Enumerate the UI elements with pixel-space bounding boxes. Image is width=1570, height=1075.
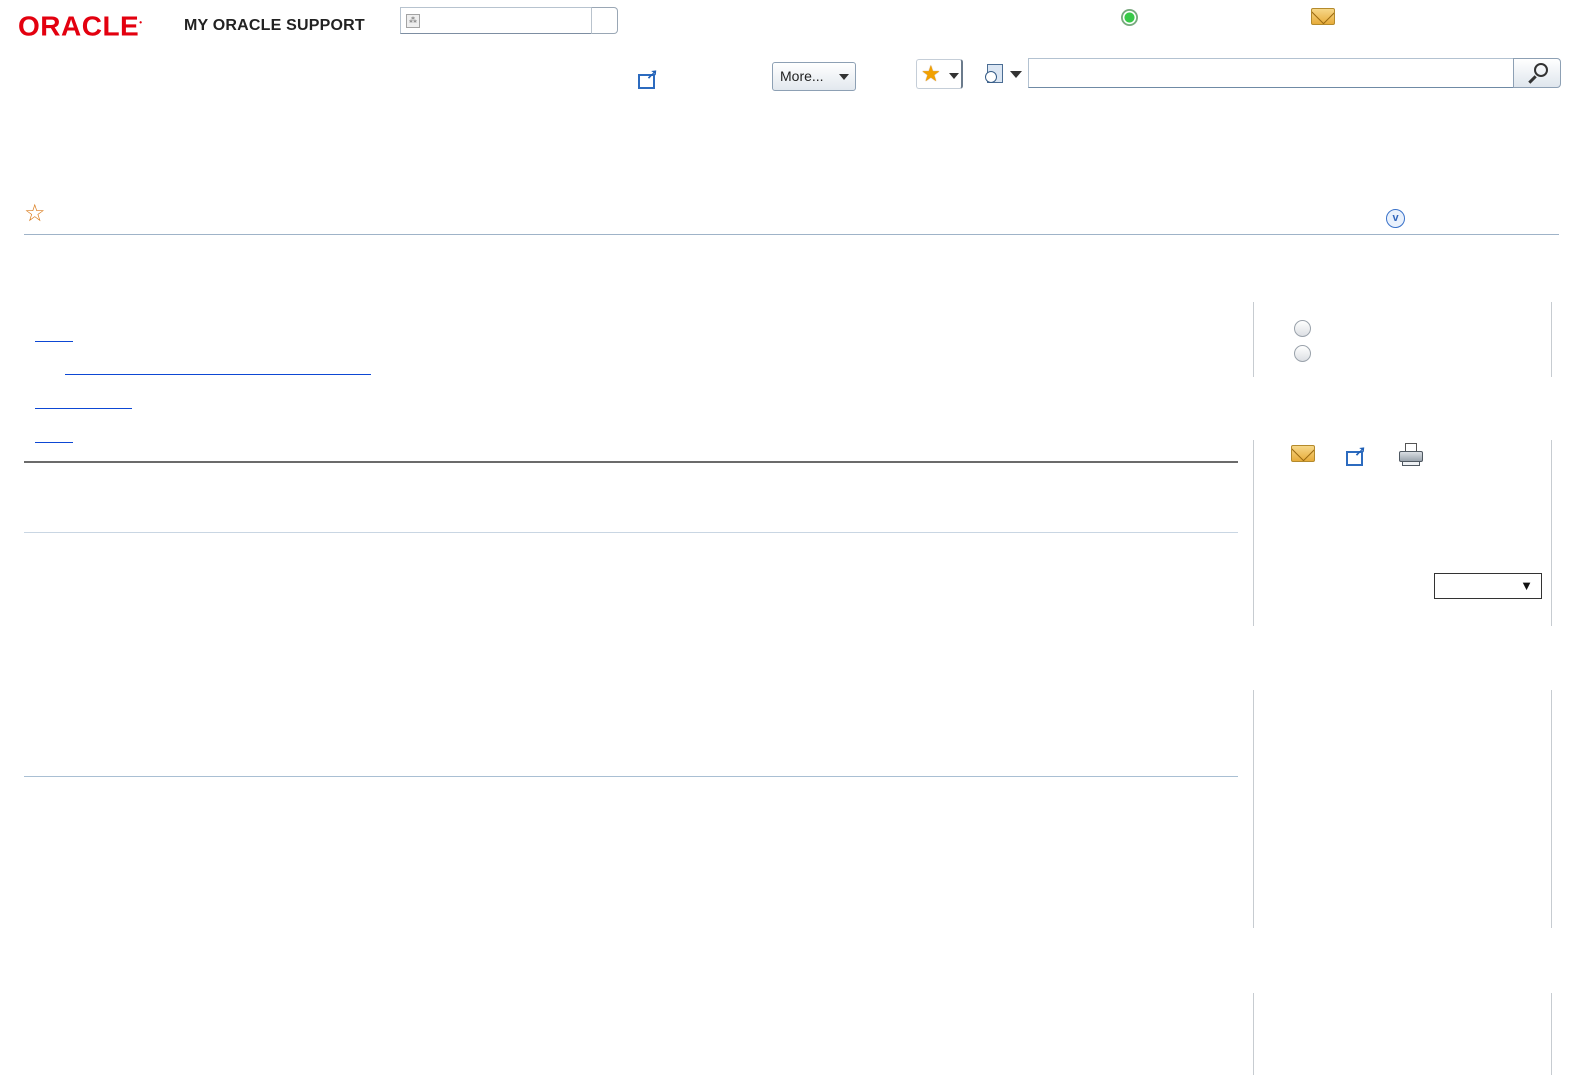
- magnifier-handle: [1528, 75, 1537, 84]
- content-link[interactable]: [35, 341, 73, 342]
- printer-icon[interactable]: [1398, 443, 1424, 467]
- search-input[interactable]: [1028, 58, 1514, 88]
- external-window-icon[interactable]: ➚: [1346, 444, 1368, 466]
- radio-option-2[interactable]: [1294, 345, 1311, 362]
- context-selector-field[interactable]: ⁂: [400, 7, 593, 34]
- magnifier-icon: [1534, 63, 1548, 77]
- clock-icon: [985, 71, 997, 83]
- star-icon: ★: [921, 61, 941, 86]
- panel-border-right: [1551, 993, 1552, 1075]
- search-button[interactable]: [1513, 58, 1561, 88]
- context-selector[interactable]: ⁂: [400, 7, 618, 34]
- panel-border-left: [1253, 993, 1254, 1075]
- favorites-button[interactable]: ★: [916, 59, 963, 89]
- content-link[interactable]: [65, 374, 371, 375]
- context-selector-button[interactable]: [591, 7, 618, 34]
- panel-border-left: [1253, 302, 1254, 377]
- sort-select[interactable]: ▼: [1434, 573, 1542, 599]
- panel-border-right: [1551, 440, 1552, 626]
- favorite-star-icon[interactable]: ☆: [24, 202, 46, 226]
- panel-border-left: [1253, 690, 1254, 928]
- chevron-down-icon: [1010, 71, 1022, 78]
- radio-option-1[interactable]: [1294, 320, 1311, 337]
- envelope-icon[interactable]: [1311, 8, 1335, 25]
- content-link[interactable]: [35, 408, 132, 409]
- more-menu-label: More...: [780, 68, 824, 84]
- dropdown-arrow-icon: ▼: [1520, 578, 1533, 593]
- context-selector-icon: ⁂: [406, 14, 420, 28]
- panel-border-right: [1551, 302, 1552, 377]
- panel-border-right: [1551, 690, 1552, 928]
- chevron-down-icon: [949, 73, 959, 79]
- my-oracle-support-title: MY ORACLE SUPPORT: [184, 17, 365, 34]
- panel-border-left: [1253, 440, 1254, 626]
- more-menu-button[interactable]: More...: [772, 62, 856, 91]
- external-window-icon[interactable]: ➚: [638, 67, 660, 89]
- content-link[interactable]: [35, 442, 73, 443]
- recent-items-button[interactable]: [985, 62, 1023, 86]
- envelope-icon[interactable]: [1291, 445, 1315, 462]
- chevron-down-circle-icon[interactable]: v: [1386, 209, 1405, 228]
- oracle-logo[interactable]: ORACLE•: [18, 8, 143, 41]
- green-status-icon[interactable]: [1121, 9, 1138, 26]
- title-divider: [24, 234, 1559, 235]
- trademark-mark: •: [139, 18, 143, 27]
- section-divider-dark: [24, 461, 1238, 463]
- oracle-logo-text: ORACLE: [18, 10, 140, 42]
- chevron-down-icon: [839, 74, 849, 80]
- section-divider: [24, 532, 1238, 533]
- section-divider: [24, 776, 1238, 777]
